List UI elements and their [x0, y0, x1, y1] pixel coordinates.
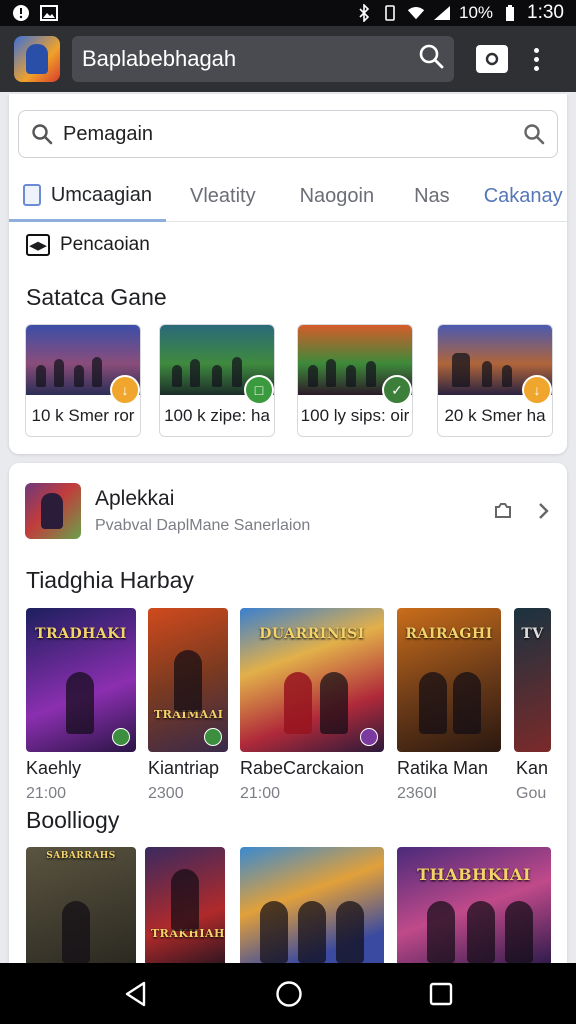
settings-icon[interactable] — [491, 499, 515, 523]
section-title: Boolliogy — [26, 807, 120, 833]
game-meta: 2300 — [148, 785, 184, 802]
poster-title: TRADHAKI — [35, 626, 127, 642]
notification-icon — [12, 4, 30, 22]
category-tabs: Umcaagian Vleatity Naogoin Nas Cakanay — [9, 172, 567, 222]
quick-tile[interactable]: ↓ 20 k Smer ha — [437, 324, 553, 437]
game-name[interactable]: Kan — [516, 758, 548, 779]
tabs-button[interactable] — [476, 45, 508, 73]
badge-icon — [204, 728, 222, 746]
store-icon: □ — [244, 375, 274, 405]
download-icon: ↓ — [522, 375, 552, 405]
quick-tile[interactable]: ↓ 10 k Smer ror — [25, 324, 141, 437]
game-poster[interactable]: TRAIMAAI — [148, 608, 228, 752]
clock: 1:30 — [527, 2, 564, 23]
tab-naogoin[interactable]: Naogoin — [286, 172, 389, 222]
tile-artwork: ✓ — [298, 325, 412, 405]
game-meta: Gou — [516, 785, 547, 802]
search-submit-icon[interactable] — [523, 123, 545, 145]
game-poster[interactable] — [240, 847, 384, 967]
poster-title: SABARRAHS — [46, 851, 116, 861]
badge-icon — [360, 728, 378, 746]
bluetooth-icon — [355, 4, 373, 22]
tile-artwork: ↓ — [26, 325, 140, 405]
search-icon — [32, 124, 53, 145]
game-name[interactable]: Ratika Man — [397, 758, 488, 779]
tab-label: Nas — [414, 185, 450, 207]
more-options-icon[interactable] — [526, 47, 546, 71]
game-poster[interactable]: TRAKHIAH — [145, 847, 225, 967]
tab-label: Umcaagian — [50, 183, 152, 206]
back-icon[interactable] — [122, 980, 150, 1008]
document-icon — [23, 184, 41, 206]
recents-icon[interactable] — [428, 981, 454, 1007]
poster-title: DUARRINISI — [259, 626, 365, 642]
pencarian-row[interactable]: ◀▶ Pencaoian — [26, 234, 150, 256]
tile-caption: 20 k Smer ha — [444, 406, 546, 425]
game-name[interactable]: RabeCarckaion — [240, 758, 364, 779]
vibrate-icon — [381, 4, 399, 22]
poster-title: RAIRAGHI — [405, 626, 493, 642]
tile-artwork: □ — [160, 325, 274, 405]
game-poster[interactable]: THABHKIAI — [397, 847, 551, 967]
game-meta: 21:00 — [240, 785, 281, 802]
game-poster[interactable]: SABARRAHS — [26, 847, 136, 967]
developer-subtitle: Pvabval DaplMane Sanerlaion — [95, 517, 311, 534]
tab-vleatity[interactable]: Vleatity — [176, 172, 270, 222]
tab-cakanay[interactable]: Cakanay — [470, 172, 576, 222]
quick-tile[interactable]: □ 100 k zipe: ha — [159, 324, 275, 437]
poster-title: THABHKIAI — [417, 865, 531, 884]
check-icon: ✓ — [382, 375, 412, 405]
tab-label: Naogoin — [299, 185, 375, 207]
battery-icon — [501, 4, 519, 22]
tile-artwork: ↓ — [438, 325, 552, 405]
section-title: Satatca Gane — [26, 284, 167, 310]
game-poster[interactable]: TV — [514, 608, 551, 752]
download-icon: ↓ — [110, 375, 140, 405]
home-icon[interactable] — [275, 980, 303, 1008]
game-poster[interactable]: DUARRINISI — [240, 608, 384, 752]
url-bar[interactable]: Baplabebhagah — [72, 36, 454, 82]
game-name[interactable]: Kiantriap — [148, 758, 219, 779]
tab-umcaagian[interactable]: Umcaagian — [9, 172, 166, 222]
game-name[interactable]: Kaehly — [26, 758, 81, 779]
game-meta: 2360I — [397, 785, 438, 802]
tab-label: Vleatity — [190, 185, 256, 207]
search-card: Pemagain Umcaagian Vleatity Naogoin Nas … — [9, 94, 567, 454]
developer-card: Aplekkai Pvabval DaplMane Sanerlaion Tia… — [9, 463, 567, 983]
section-title: Tiadghia Harbay — [26, 567, 194, 593]
browser-toolbar: Baplabebhagah — [0, 26, 576, 92]
app-logo[interactable] — [14, 36, 60, 82]
battery-percent: 10% — [458, 3, 494, 22]
wifi-icon — [407, 4, 425, 22]
chevron-right-icon[interactable] — [537, 501, 551, 521]
search-input[interactable]: Pemagain — [18, 110, 558, 158]
developer-row[interactable]: Aplekkai Pvabval DaplMane Sanerlaion — [25, 481, 551, 541]
developer-avatar — [25, 483, 81, 539]
tile-caption: 100 k zipe: ha — [164, 406, 270, 425]
search-placeholder: Pemagain — [63, 122, 154, 145]
game-meta: 21:00 — [26, 785, 67, 802]
url-text[interactable]: Baplabebhagah — [82, 46, 418, 72]
developer-name: Aplekkai — [95, 487, 175, 510]
signal-icon — [433, 4, 451, 22]
game-poster[interactable]: RAIRAGHI — [397, 608, 501, 752]
tile-caption: 100 ly sips: oir — [300, 406, 410, 425]
tab-label: Cakanay — [483, 185, 563, 207]
tab-nas[interactable]: Nas — [400, 172, 464, 222]
image-icon — [40, 4, 58, 22]
code-icon: ◀▶ — [26, 234, 50, 256]
quick-tile[interactable]: ✓ 100 ly sips: oir — [297, 324, 413, 437]
status-bar: 10% 1:30 — [0, 0, 576, 26]
game-poster[interactable]: TRADHAKI — [26, 608, 136, 752]
pencarian-label: Pencaoian — [60, 234, 150, 255]
badge-icon — [112, 728, 130, 746]
tile-caption: 10 k Smer ror — [31, 406, 135, 425]
poster-title: TV — [521, 626, 544, 642]
system-nav-bar — [0, 963, 576, 1024]
search-icon[interactable] — [418, 43, 444, 75]
